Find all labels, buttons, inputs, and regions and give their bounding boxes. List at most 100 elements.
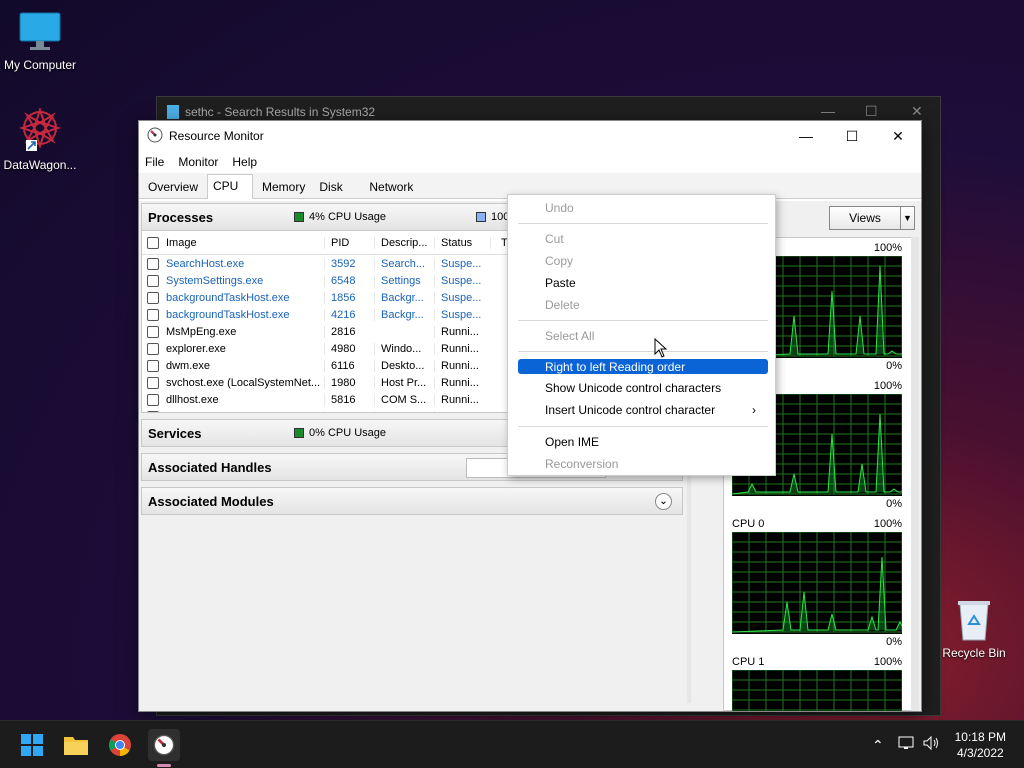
menu-item-reconversion: Reconversion — [518, 457, 768, 471]
menu-separator — [518, 351, 768, 352]
cell-description: Backgr... — [374, 291, 434, 304]
row-checkbox[interactable] — [147, 291, 159, 304]
graph-min-label: 0% — [886, 636, 902, 648]
cell-status: Suspe... — [434, 274, 490, 287]
menu-item-label: Show Unicode control characters — [545, 381, 722, 395]
cell-image: dwm.exe — [166, 359, 211, 372]
maximize-icon[interactable]: ☐ — [865, 103, 878, 120]
column-header-image[interactable]: Image — [164, 237, 324, 249]
row-checkbox[interactable] — [147, 342, 159, 355]
menu-item-label: Open IME — [545, 435, 600, 449]
menu-item-label: Reconversion — [545, 457, 619, 471]
row-checkbox[interactable] — [147, 359, 159, 372]
start-icon[interactable] — [16, 729, 48, 761]
menu-item-copy: Copy — [518, 254, 768, 268]
close-icon[interactable]: ✕ — [911, 103, 923, 120]
column-header-description[interactable]: Descrip... — [374, 236, 434, 249]
chevron-down-icon[interactable]: ⌄ — [655, 492, 672, 510]
menu-monitor[interactable]: Monitor — [178, 155, 218, 169]
cell-description: COM S... — [374, 393, 434, 406]
volume-icon[interactable] — [922, 735, 940, 754]
menu-item-rtl-reading-order[interactable]: Right to left Reading order — [518, 359, 768, 374]
graphs-scrollbar[interactable] — [911, 237, 919, 711]
tab-memory[interactable]: Memory — [257, 176, 310, 198]
graph-max-label: 100% — [873, 518, 902, 530]
desktop-icon-datawagon[interactable]: DataWagon... — [0, 106, 80, 172]
cell-pid: 3592 — [324, 257, 374, 270]
cpu-usage-indicator: 4% CPU Usage — [294, 211, 386, 223]
cell-pid: 1856 — [324, 291, 374, 304]
chevron-up-icon[interactable]: ⌃ — [872, 737, 884, 754]
desktop-icon-recycle-bin[interactable]: Recycle Bin — [934, 598, 1014, 660]
recycle-bin-icon — [954, 598, 994, 642]
desktop-icon-label: My Computer — [3, 58, 77, 72]
close-button[interactable]: ✕ — [875, 121, 921, 151]
tab-network[interactable]: Network — [364, 176, 418, 198]
cpu-graph-plot — [732, 670, 902, 711]
cpu-usage-text: 4% CPU Usage — [309, 211, 387, 223]
maximize-button[interactable]: ☐ — [829, 121, 875, 151]
row-checkbox[interactable] — [147, 274, 159, 287]
desktop-icon-my-computer[interactable]: My Computer — [0, 10, 80, 72]
window-title: sethc - Search Results in System32 — [185, 105, 376, 119]
cell-status: Suspe... — [434, 257, 490, 270]
minimize-button[interactable]: — — [783, 121, 829, 151]
menu-item-label: Select All — [545, 329, 595, 343]
row-checkbox[interactable] — [147, 308, 159, 321]
menu-item-select-all: Select All — [518, 329, 768, 343]
cell-status: Suspe... — [434, 308, 490, 321]
chrome-icon[interactable] — [104, 729, 136, 761]
network-icon[interactable] — [898, 735, 916, 754]
cell-pid: 2816 — [324, 325, 374, 338]
desktop-icon-label: Recycle Bin — [942, 646, 1006, 660]
menu-item-label: Insert Unicode control character — [545, 403, 716, 417]
minimize-icon: — — [799, 128, 813, 144]
resource-monitor-icon — [147, 127, 163, 146]
menu-item-label: Cut — [545, 232, 564, 246]
dropdown-arrow-icon: ▼ — [900, 207, 914, 229]
tab-overview[interactable]: Overview — [143, 176, 203, 198]
services-usage-indicator: 0% CPU Usage — [294, 427, 386, 439]
file-explorer-icon[interactable] — [60, 729, 92, 761]
menu-item-paste[interactable]: Paste — [518, 276, 768, 290]
menu-item-delete: Delete — [518, 298, 768, 312]
active-app-indicator — [157, 764, 171, 767]
menu-item-open-ime[interactable]: Open IME — [518, 435, 768, 449]
menu-file[interactable]: File — [145, 155, 164, 169]
menu-help[interactable]: Help — [232, 155, 257, 169]
views-button[interactable]: Views ▼ — [829, 206, 915, 230]
cpu-usage-swatch — [294, 212, 304, 222]
menu-item-insert-unicode[interactable]: Insert Unicode control character › — [518, 403, 768, 417]
menu-item-undo: Undo — [518, 201, 768, 215]
cell-pid: 6548 — [324, 274, 374, 287]
clock[interactable]: 10:18 PM 4/3/2022 — [955, 729, 1006, 761]
minimize-icon[interactable]: — — [821, 103, 835, 119]
menu-item-show-unicode[interactable]: Show Unicode control characters — [518, 381, 768, 395]
menu-separator — [518, 426, 768, 427]
services-usage-text: 0% CPU Usage — [309, 427, 387, 439]
row-checkbox[interactable] — [147, 410, 159, 412]
resource-monitor-icon[interactable] — [148, 729, 180, 761]
menu-separator — [518, 223, 768, 224]
column-header-status[interactable]: Status — [434, 236, 490, 249]
row-checkbox[interactable] — [147, 393, 159, 406]
menu-item-label: Undo — [545, 201, 574, 215]
tab-cpu[interactable]: CPU — [207, 174, 254, 199]
section-title: Services — [148, 425, 202, 441]
associated-modules-section-header[interactable]: Associated Modules ⌄ — [141, 487, 683, 515]
row-checkbox[interactable] — [147, 325, 159, 338]
menu-item-label: Delete — [545, 298, 580, 312]
select-all-checkbox[interactable] — [147, 236, 159, 249]
column-header-pid[interactable]: PID — [324, 236, 374, 249]
cell-image: backgroundTaskHost.exe — [166, 291, 290, 304]
tab-disk[interactable]: Disk — [314, 176, 360, 198]
section-title: Processes — [148, 209, 214, 225]
maximize-icon: ☐ — [845, 127, 859, 144]
section-title: Associated Modules — [148, 493, 274, 509]
row-checkbox[interactable] — [147, 376, 159, 389]
menu-bar: File Monitor Help — [139, 151, 921, 173]
section-title: Associated Handles — [148, 459, 272, 475]
cell-image: backgroundTaskHost.exe — [166, 308, 290, 321]
row-checkbox[interactable] — [147, 257, 159, 270]
clock-time: 10:18 PM — [954, 730, 1006, 744]
